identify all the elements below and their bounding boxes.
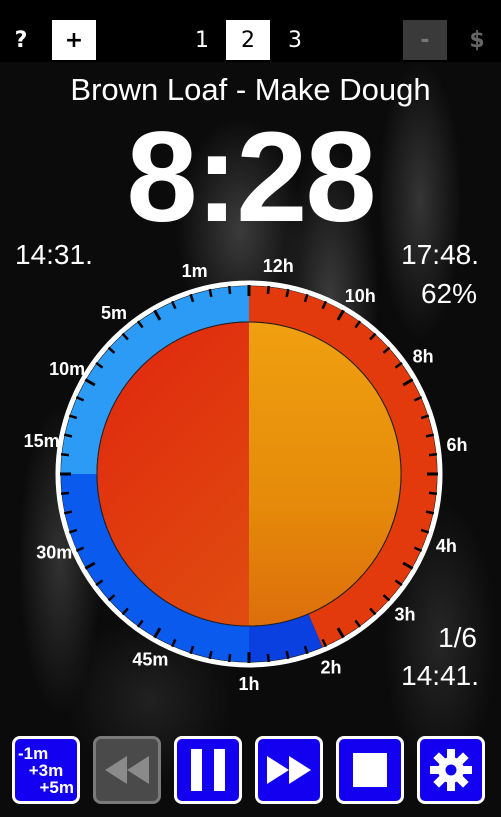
dial-tick — [285, 288, 290, 298]
dial-tick — [208, 650, 213, 660]
fast-forward-button[interactable] — [255, 736, 323, 804]
dial-tick — [63, 433, 73, 438]
rewind-icon — [105, 756, 149, 784]
dial-label-30m: 30m — [36, 543, 72, 563]
dial-tick — [285, 650, 290, 660]
settings-button[interactable] — [417, 736, 485, 804]
dial-tick — [228, 653, 232, 663]
adjust-minus-1m: -1m — [18, 743, 49, 763]
dial-label-45m: 45m — [132, 649, 168, 669]
rewind-button[interactable] — [93, 736, 161, 804]
adjust-labels: -1m +3m +5m — [16, 745, 76, 796]
dial-tick — [425, 510, 435, 515]
dial-tick — [428, 453, 438, 457]
dial-label-15m: 15m — [24, 431, 60, 451]
stop-icon — [353, 753, 387, 787]
adjust-time-button[interactable]: -1m +3m +5m — [12, 736, 80, 804]
adjust-plus-3m: +3m — [28, 760, 64, 780]
dial-label-6h: 6h — [446, 435, 467, 455]
dial-label-4h: 4h — [436, 536, 457, 556]
pause-icon — [191, 749, 225, 791]
dial-tick — [60, 453, 70, 457]
dial-tick — [228, 285, 232, 295]
stop-button[interactable] — [336, 736, 404, 804]
dial-tick — [266, 285, 270, 295]
dial-label-10m: 10m — [49, 359, 85, 379]
dial-label-12h: 12h — [263, 256, 294, 276]
dial-tick — [266, 653, 270, 663]
dial-label-3h: 3h — [395, 605, 416, 625]
fast-forward-icon — [267, 756, 311, 784]
dial-tick — [428, 491, 438, 495]
pause-button[interactable] — [174, 736, 242, 804]
dial-tick — [63, 510, 73, 515]
gear-icon — [430, 749, 472, 791]
dial-label-1h: 1h — [238, 674, 259, 694]
dial-label-2h: 2h — [321, 657, 342, 677]
dial-label-5m: 5m — [101, 303, 127, 323]
dial-tick — [425, 433, 435, 438]
dial-label-10h: 10h — [345, 286, 376, 306]
dial-tick — [60, 491, 70, 495]
dial-label-1m: 1m — [182, 261, 208, 281]
timer-dial[interactable]: 1m 5m 10m 15m 30m 45m 12h 10h 8h 6h 4h 3h 2h 1h — [0, 0, 501, 817]
dial-tick — [208, 288, 213, 298]
dial-graphic — [55, 280, 443, 668]
dial-label-8h: 8h — [413, 347, 434, 367]
adjust-plus-5m: +5m — [39, 777, 75, 797]
